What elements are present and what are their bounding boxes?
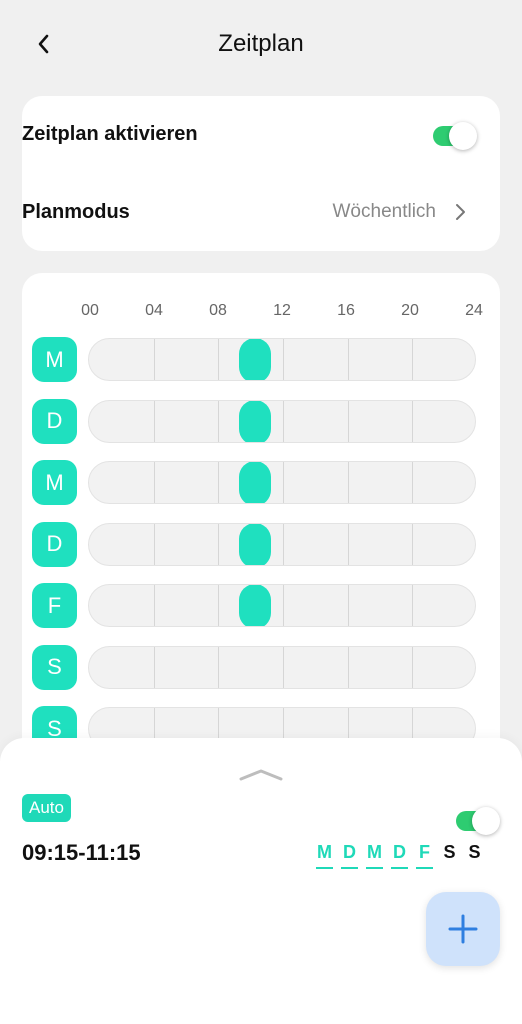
hour-divider xyxy=(218,462,220,503)
hour-divider xyxy=(412,523,414,565)
hour-divider xyxy=(412,585,414,626)
day-badge[interactable]: D xyxy=(32,521,77,567)
hour-divider xyxy=(218,585,220,626)
hour-divider xyxy=(347,585,349,626)
hour-divider xyxy=(153,400,155,442)
hour-divider xyxy=(283,339,284,380)
hour-label: 20 xyxy=(401,302,419,319)
repeat-day[interactable]: F xyxy=(416,842,433,869)
hour-divider xyxy=(153,646,155,688)
plan-mode-value: Wöchentlich xyxy=(332,201,437,222)
day-badge[interactable]: S xyxy=(32,644,77,690)
hour-divider xyxy=(347,646,349,688)
schedule-slot[interactable] xyxy=(238,339,271,380)
repeat-day[interactable]: M xyxy=(366,842,383,869)
hour-divider xyxy=(218,646,220,688)
hour-divider xyxy=(218,339,220,380)
day-timeline[interactable] xyxy=(88,338,476,381)
day-badge[interactable]: M xyxy=(32,337,77,382)
hour-label: 12 xyxy=(273,302,291,319)
chevron-right-icon xyxy=(456,204,465,220)
day-timeline[interactable] xyxy=(88,522,476,566)
hour-divider xyxy=(347,339,349,380)
repeat-day[interactable]: D xyxy=(341,842,358,869)
schedule-slot[interactable] xyxy=(238,462,271,503)
hour-divider xyxy=(218,400,220,442)
repeat-day[interactable]: S xyxy=(441,842,458,869)
schedule-screen: Zeitplan Zeitplan aktivieren Planmodus W… xyxy=(0,0,522,1024)
hour-divider xyxy=(347,400,349,442)
hour-divider xyxy=(153,523,155,565)
time-range[interactable]: 09:15-11:15 xyxy=(22,840,141,866)
hour-divider xyxy=(218,523,220,565)
day-badge[interactable]: F xyxy=(32,583,77,628)
plan-mode-row[interactable]: Planmodus Wöchentlich xyxy=(0,192,522,232)
hour-divider xyxy=(283,462,284,503)
header: Zeitplan xyxy=(0,0,522,90)
mode-badge: Auto xyxy=(22,794,71,822)
hour-divider xyxy=(412,462,414,503)
day-timeline[interactable] xyxy=(88,461,476,504)
day-badge[interactable]: M xyxy=(32,460,77,505)
hour-divider xyxy=(347,462,349,503)
toggle-knob xyxy=(449,122,477,150)
repeat-day[interactable]: S xyxy=(466,842,483,869)
hour-divider xyxy=(283,585,284,626)
hour-label: 04 xyxy=(145,302,163,319)
entry-toggle[interactable] xyxy=(456,807,500,835)
day-timeline[interactable] xyxy=(88,399,476,443)
hour-divider xyxy=(412,646,414,688)
plus-icon xyxy=(448,914,478,944)
enable-schedule-toggle[interactable] xyxy=(433,122,477,150)
day-timeline[interactable] xyxy=(88,645,476,689)
hour-divider xyxy=(153,462,155,503)
hour-label: 08 xyxy=(209,302,227,319)
repeat-days: MDMDFSS xyxy=(316,842,483,869)
day-badge[interactable]: D xyxy=(32,398,77,444)
chevron-up-icon[interactable] xyxy=(238,768,284,782)
add-schedule-button[interactable] xyxy=(426,892,500,966)
repeat-day[interactable]: M xyxy=(316,842,333,869)
hour-divider xyxy=(347,523,349,565)
hour-divider xyxy=(283,523,284,565)
hour-divider xyxy=(412,339,414,380)
schedule-slot[interactable] xyxy=(238,400,271,442)
schedule-slot[interactable] xyxy=(238,523,271,565)
schedule-slot[interactable] xyxy=(238,585,271,626)
repeat-day[interactable]: D xyxy=(391,842,408,869)
toggle-knob xyxy=(472,807,500,835)
day-timeline[interactable] xyxy=(88,584,476,627)
page-title: Zeitplan xyxy=(218,30,304,57)
plan-mode-label: Planmodus xyxy=(22,200,130,223)
hour-divider xyxy=(153,585,155,626)
enable-schedule-label: Zeitplan aktivieren xyxy=(22,122,198,145)
hour-divider xyxy=(283,400,284,442)
hour-divider xyxy=(283,646,284,688)
hour-label: 24 xyxy=(465,302,483,319)
hour-divider xyxy=(412,400,414,442)
hour-divider xyxy=(153,339,155,380)
hour-label: 00 xyxy=(81,302,99,319)
hour-label: 16 xyxy=(337,302,355,319)
